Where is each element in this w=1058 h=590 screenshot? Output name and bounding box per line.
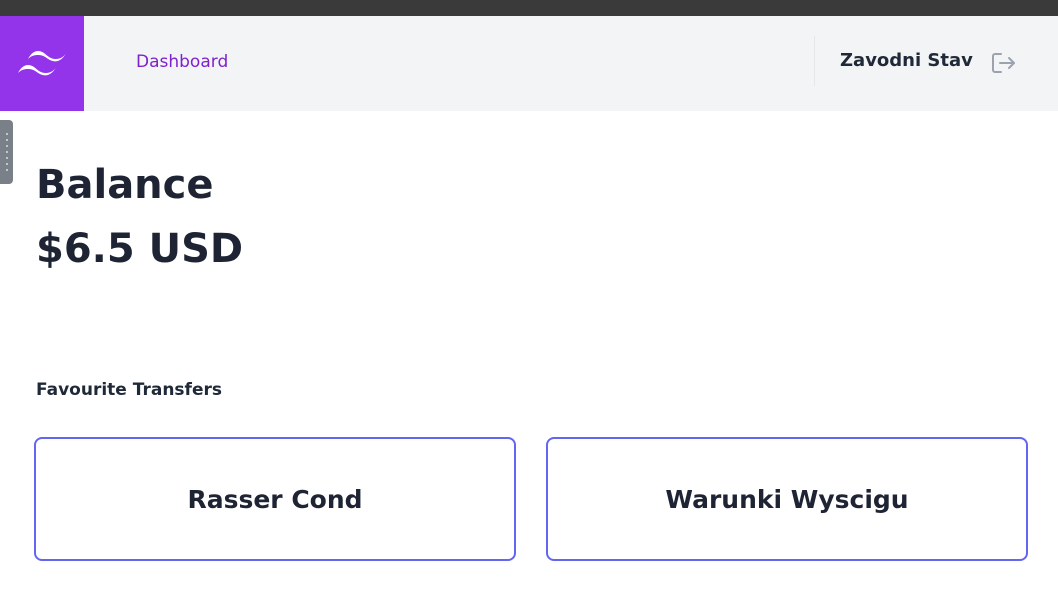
- side-panel-handle[interactable]: [0, 120, 13, 184]
- balance-title: Balance: [36, 162, 214, 208]
- balance-amount: $6.5 USD: [36, 226, 244, 272]
- favourite-transfer-label: Rasser Cond: [187, 484, 363, 514]
- tailwind-logo-icon: [18, 50, 66, 75]
- navbar: Dashboard Zavodni Stav: [0, 16, 1058, 111]
- logout-icon: [992, 53, 1015, 73]
- brand-logo[interactable]: [0, 16, 84, 111]
- user-name: Zavodni Stav: [840, 50, 973, 71]
- logout-button[interactable]: [988, 49, 1018, 77]
- favourite-transfer-card[interactable]: Rasser Cond: [34, 437, 516, 561]
- nav-link-dashboard[interactable]: Dashboard: [136, 52, 228, 72]
- window-top-strip: [0, 0, 1058, 16]
- nav-divider: [814, 36, 815, 86]
- favourite-transfers-title: Favourite Transfers: [36, 380, 222, 400]
- favourite-transfer-label: Warunki Wyscigu: [665, 484, 909, 514]
- favourite-transfer-card[interactable]: Warunki Wyscigu: [546, 437, 1028, 561]
